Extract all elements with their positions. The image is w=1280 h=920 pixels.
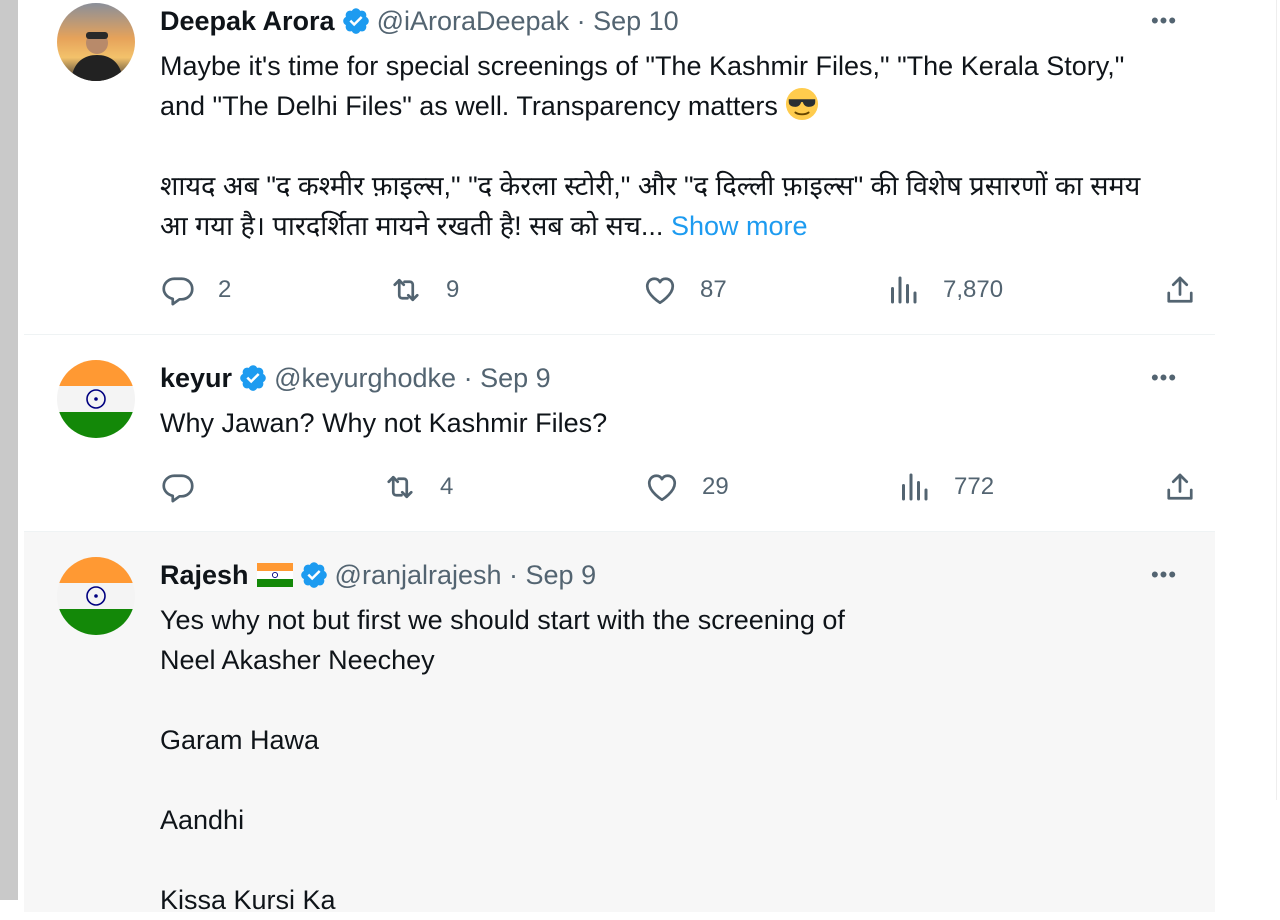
more-icon[interactable]: ••• bbox=[1144, 560, 1184, 590]
reply-icon bbox=[162, 474, 194, 503]
retweet-count: 4 bbox=[440, 473, 454, 500]
author-handle[interactable]: @iAroraDeepak bbox=[377, 6, 570, 37]
tweet-date[interactable]: Sep 10 bbox=[593, 6, 679, 37]
like-icon bbox=[647, 474, 677, 502]
retweet-icon bbox=[393, 278, 419, 302]
like-icon bbox=[645, 277, 675, 305]
sunglasses-emoji bbox=[786, 87, 819, 121]
avatar[interactable] bbox=[57, 3, 135, 81]
tweet-actions: 4 29 772 bbox=[160, 467, 1193, 507]
verified-badge-icon bbox=[300, 562, 327, 588]
retweet-button[interactable]: 9 bbox=[388, 270, 459, 310]
tweet-paragraph-hindi: शायद अब "द कश्मीर फ़ाइल्स," "द केरला स्ट… bbox=[160, 171, 1141, 241]
share-icon bbox=[1167, 473, 1193, 500]
views-icon bbox=[902, 473, 928, 501]
views-button[interactable]: 772 bbox=[896, 467, 994, 507]
india-flag-icon bbox=[256, 563, 293, 587]
author-name[interactable]: Deepak Arora bbox=[160, 6, 335, 37]
like-count: 87 bbox=[700, 276, 727, 303]
author-name[interactable]: keyur bbox=[160, 363, 232, 394]
window-left-edge bbox=[0, 0, 18, 900]
share-button[interactable] bbox=[1162, 467, 1198, 507]
share-button[interactable] bbox=[1162, 270, 1198, 310]
date-separator: · bbox=[501, 559, 526, 590]
tweet-line: Neel Akasher Neechey bbox=[160, 645, 435, 675]
show-more-link[interactable]: Show more bbox=[671, 211, 808, 241]
tweet-line: Kissa Kursi Ka bbox=[160, 885, 336, 915]
retweet-count: 9 bbox=[446, 276, 460, 303]
more-icon[interactable]: ••• bbox=[1144, 363, 1184, 393]
like-button[interactable]: 29 bbox=[644, 467, 729, 507]
right-divider bbox=[1276, 0, 1277, 800]
author-handle[interactable]: @keyurghodke bbox=[274, 363, 456, 394]
reply-button[interactable]: 2 bbox=[160, 270, 231, 310]
tweet-item[interactable]: Deepak Arora @iAroraDeepak · Sep 10 ••• … bbox=[24, 0, 1215, 335]
view-count: 7,870 bbox=[943, 276, 1004, 303]
tweet-item[interactable]: Rajesh @ranjalrajesh · Sep 9 ••• Yes why… bbox=[24, 532, 1215, 915]
reply-button[interactable] bbox=[160, 467, 218, 507]
views-button[interactable]: 7,870 bbox=[885, 270, 1003, 310]
tweet-item[interactable]: keyur @keyurghodke · Sep 9 ••• Why Jawan… bbox=[24, 335, 1215, 532]
avatar[interactable] bbox=[57, 557, 135, 635]
reply-timeline: Deepak Arora @iAroraDeepak · Sep 10 ••• … bbox=[24, 0, 1216, 915]
india-flag-icon bbox=[57, 557, 135, 635]
share-icon bbox=[1167, 276, 1193, 303]
view-count: 772 bbox=[954, 473, 995, 500]
reply-icon bbox=[162, 277, 194, 306]
reply-count: 2 bbox=[218, 276, 232, 303]
tweet-header: keyur @keyurghodke · Sep 9 bbox=[160, 361, 551, 395]
author-name[interactable]: Rajesh bbox=[160, 560, 249, 591]
author-handle[interactable]: @ranjalrajesh bbox=[335, 560, 502, 591]
tweet-date[interactable]: Sep 9 bbox=[480, 363, 551, 394]
date-separator: · bbox=[569, 5, 594, 36]
tweet-text: Maybe it's time for special screenings o… bbox=[160, 46, 1160, 246]
tweet-paragraph-english: Maybe it's time for special screenings o… bbox=[160, 51, 1125, 121]
tweet-actions: 2 9 87 7,870 bbox=[160, 270, 1193, 310]
avatar[interactable] bbox=[57, 360, 135, 438]
tweet-header: Rajesh @ranjalrajesh · Sep 9 bbox=[160, 558, 596, 592]
tweet-text: Why Jawan? Why not Kashmir Files? bbox=[160, 403, 1160, 443]
india-flag-icon bbox=[57, 360, 135, 438]
tweet-header: Deepak Arora @iAroraDeepak · Sep 10 bbox=[160, 4, 679, 38]
retweet-button[interactable]: 4 bbox=[382, 467, 453, 507]
tweet-text: Yes why not but first we should start wi… bbox=[160, 600, 1160, 920]
date-separator: · bbox=[456, 362, 481, 393]
verified-badge-icon bbox=[342, 8, 369, 34]
tweet-date[interactable]: Sep 9 bbox=[526, 560, 597, 591]
views-icon bbox=[891, 276, 917, 304]
tweet-line: Garam Hawa bbox=[160, 725, 320, 755]
tweet-line: Aandhi bbox=[160, 805, 245, 835]
verified-badge-icon bbox=[240, 365, 266, 391]
retweet-icon bbox=[387, 475, 413, 499]
tweet-paragraph: Why Jawan? Why not Kashmir Files? bbox=[160, 408, 608, 438]
right-margin bbox=[1215, 0, 1280, 900]
like-button[interactable]: 87 bbox=[642, 270, 727, 310]
more-icon[interactable]: ••• bbox=[1144, 6, 1184, 36]
tweet-line: Yes why not but first we should start wi… bbox=[160, 605, 845, 635]
like-count: 29 bbox=[702, 473, 729, 500]
